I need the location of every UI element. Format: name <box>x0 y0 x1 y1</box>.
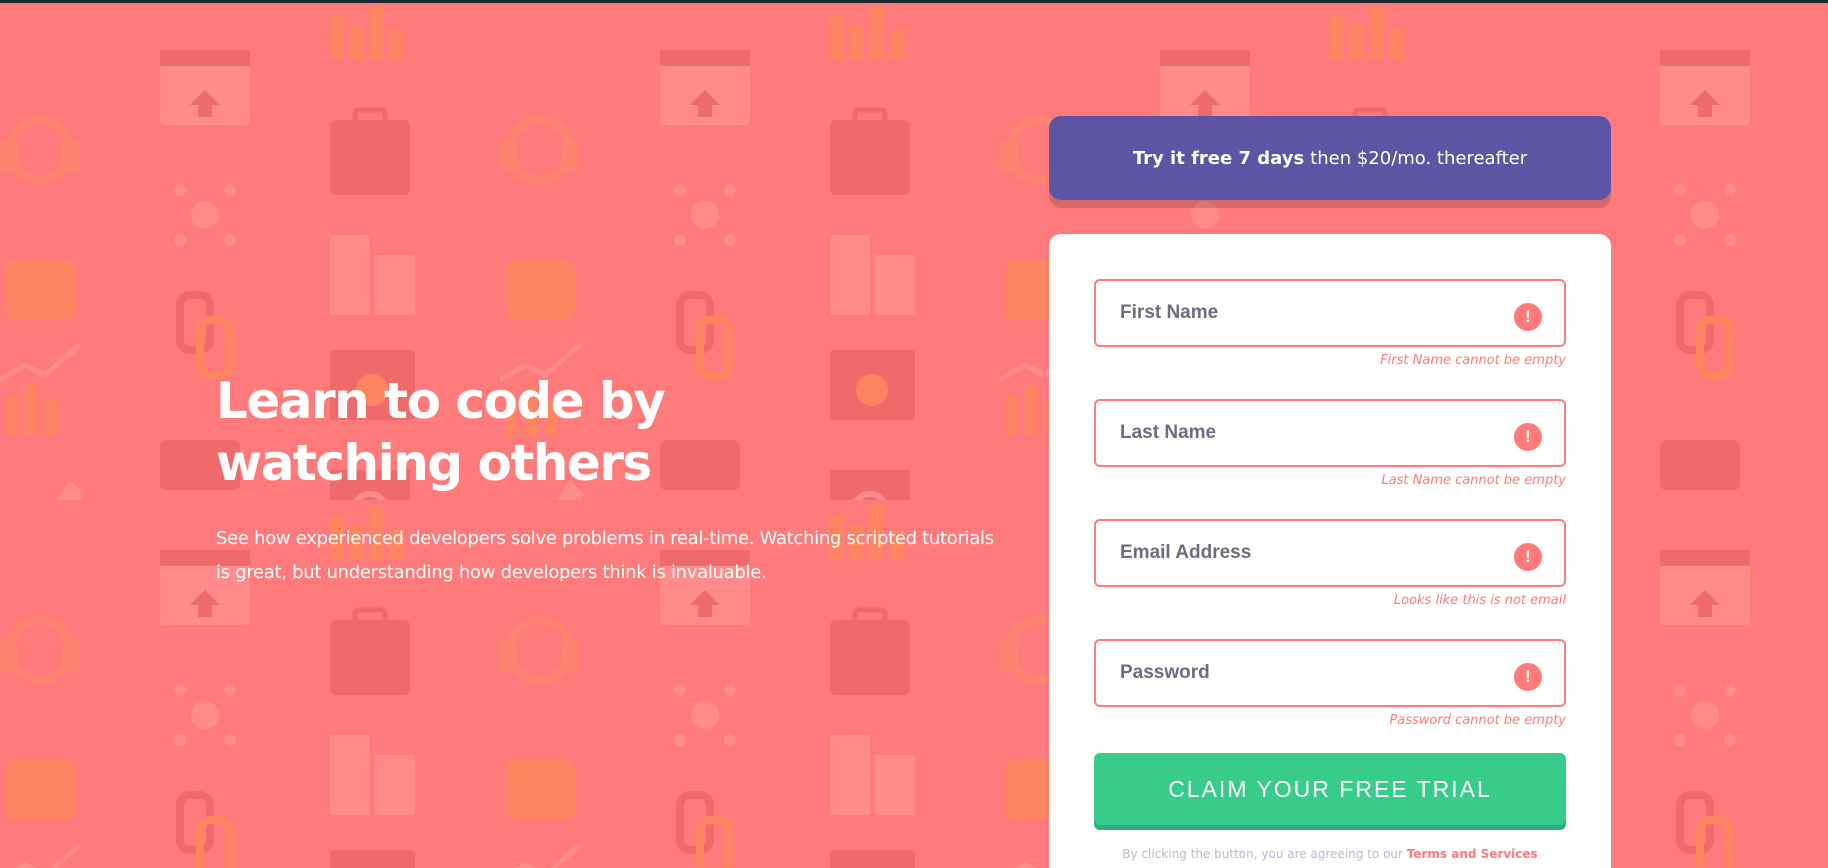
error-icon: ! <box>1514 423 1542 451</box>
password-input[interactable]: Password <box>1094 639 1566 707</box>
last-name-error: Last Name cannot be empty <box>1381 473 1566 488</box>
password-field: Password ! Password cannot be empty <box>1094 639 1566 728</box>
error-icon: ! <box>1514 543 1542 571</box>
first-name-error: First Name cannot be empty <box>1380 353 1566 368</box>
top-border <box>0 0 1828 3</box>
trial-offer-banner: Try it free 7 days then $20/mo. thereaft… <box>1049 116 1611 200</box>
trial-offer-price: then $20/mo. thereafter <box>1310 147 1528 169</box>
error-icon: ! <box>1514 303 1542 331</box>
terms-prefix: By clicking the button, you are agreeing… <box>1122 847 1403 861</box>
terms-link[interactable]: Terms and Services <box>1407 847 1538 861</box>
hero-title: Learn to code by watching others <box>216 372 666 492</box>
first-name-input[interactable]: First Name <box>1094 279 1566 347</box>
claim-trial-button[interactable]: CLAIM YOUR FREE TRIAL <box>1094 753 1566 825</box>
signup-form: First Name ! First Name cannot be empty … <box>1049 234 1611 868</box>
error-icon: ! <box>1514 663 1542 691</box>
trial-offer-bold: Try it free 7 days <box>1132 147 1305 169</box>
email-error: Looks like this is not email <box>1393 593 1566 608</box>
email-input[interactable]: Email Address <box>1094 519 1566 587</box>
terms-notice: By clicking the button, you are agreeing… <box>1094 847 1566 861</box>
hero-description: See how experienced developers solve pro… <box>216 528 994 583</box>
first-name-field: First Name ! First Name cannot be empty <box>1094 279 1566 368</box>
email-field: Email Address ! Looks like this is not e… <box>1094 519 1566 608</box>
last-name-field: Last Name ! Last Name cannot be empty <box>1094 399 1566 488</box>
hero: Learn to code by watching others See how… <box>216 370 996 590</box>
password-error: Password cannot be empty <box>1389 713 1566 728</box>
last-name-input[interactable]: Last Name <box>1094 399 1566 467</box>
